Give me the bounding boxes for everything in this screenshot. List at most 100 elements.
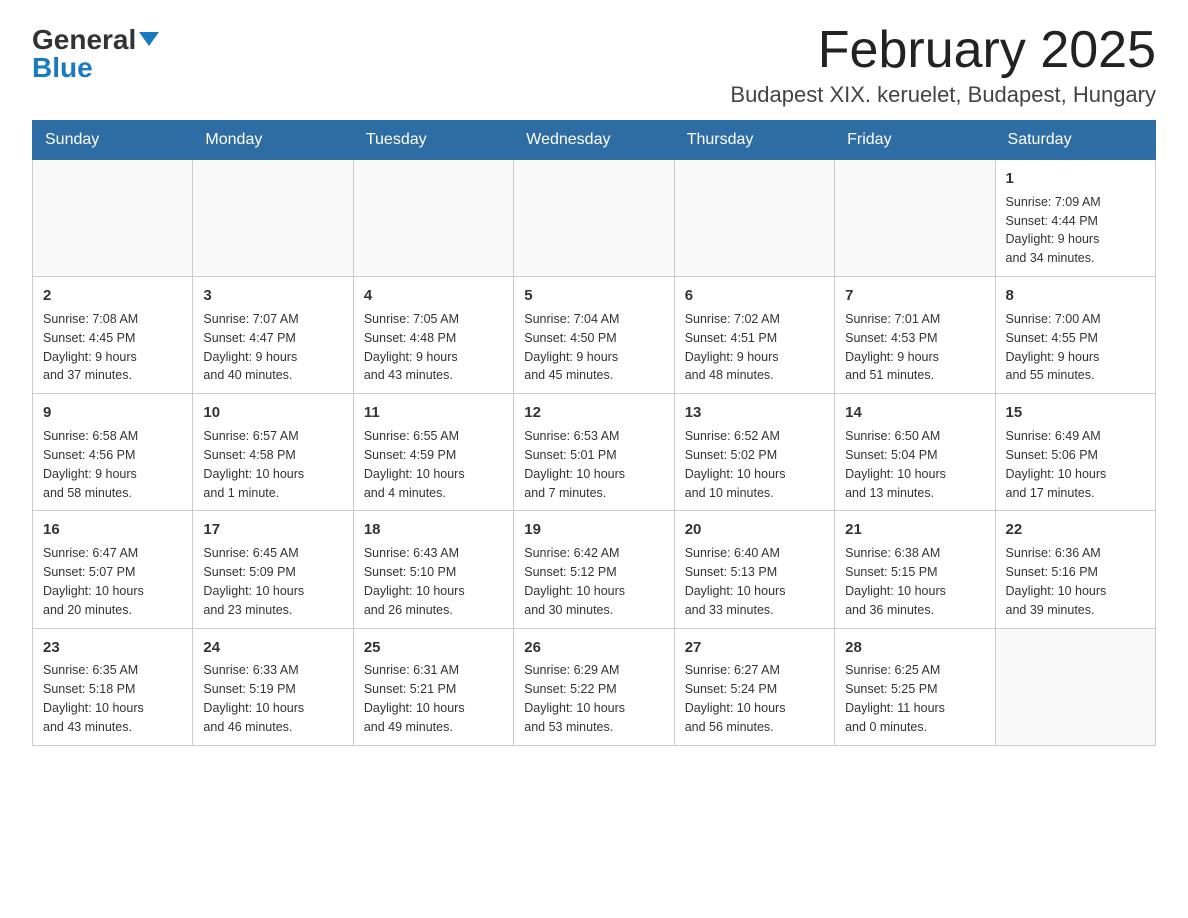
day-number: 10 (203, 402, 342, 424)
day-info: Sunrise: 6:27 AM Sunset: 5:24 PM Dayligh… (685, 663, 786, 734)
calendar-cell: 24 Sunrise: 6:33 AM Sunset: 5:19 PM Dayli… (193, 628, 353, 745)
day-number: 25 (364, 637, 503, 659)
day-info: Sunrise: 7:05 AM Sunset: 4:48 PM Dayligh… (364, 312, 459, 383)
day-info: Sunrise: 6:35 AM Sunset: 5:18 PM Dayligh… (43, 663, 144, 734)
calendar-cell: 6Sunrise: 7:02 AM Sunset: 4:51 PM Daylig… (674, 277, 834, 394)
calendar-cell (193, 160, 353, 277)
calendar-cell: 14 Sunrise: 6:50 AM Sunset: 5:04 PM Dayli… (835, 394, 995, 511)
day-info: Sunrise: 6:47 AM Sunset: 5:07 PM Dayligh… (43, 546, 144, 617)
day-number: 23 (43, 637, 182, 659)
calendar-row-4: 23 Sunrise: 6:35 AM Sunset: 5:18 PM Dayli… (33, 628, 1156, 745)
calendar-cell: 8 Sunrise: 7:00 AM Sunset: 4:55 PM Daylig… (995, 277, 1155, 394)
day-info: Sunrise: 6:52 AM Sunset: 5:02 PM Dayligh… (685, 429, 786, 500)
weekday-header-thursday: Thursday (674, 121, 834, 160)
weekday-header-monday: Monday (193, 121, 353, 160)
calendar-cell: 4 Sunrise: 7:05 AM Sunset: 4:48 PM Daylig… (353, 277, 513, 394)
day-number: 1 (1006, 168, 1145, 190)
day-info: Sunrise: 6:45 AM Sunset: 5:09 PM Dayligh… (203, 546, 304, 617)
weekday-header-wednesday: Wednesday (514, 121, 674, 160)
day-info: Sunrise: 6:25 AM Sunset: 5:25 PM Dayligh… (845, 663, 945, 734)
day-info: Sunrise: 6:33 AM Sunset: 5:19 PM Dayligh… (203, 663, 304, 734)
day-info: Sunrise: 7:01 AM Sunset: 4:53 PM Dayligh… (845, 312, 940, 383)
calendar-cell: 1 Sunrise: 7:09 AM Sunset: 4:44 PM Daylig… (995, 160, 1155, 277)
day-number: 17 (203, 519, 342, 541)
calendar-cell: 19 Sunrise: 6:42 AM Sunset: 5:12 PM Dayli… (514, 511, 674, 628)
calendar-cell: 15 Sunrise: 6:49 AM Sunset: 5:06 PM Dayli… (995, 394, 1155, 511)
day-info: Sunrise: 6:38 AM Sunset: 5:15 PM Dayligh… (845, 546, 946, 617)
day-info: Sunrise: 6:57 AM Sunset: 4:58 PM Dayligh… (203, 429, 304, 500)
calendar-header: SundayMondayTuesdayWednesdayThursdayFrid… (33, 121, 1156, 160)
calendar-cell: 20 Sunrise: 6:40 AM Sunset: 5:13 PM Dayli… (674, 511, 834, 628)
calendar-table: SundayMondayTuesdayWednesdayThursdayFrid… (32, 120, 1156, 746)
day-number: 9 (43, 402, 182, 424)
calendar-cell: 17 Sunrise: 6:45 AM Sunset: 5:09 PM Dayli… (193, 511, 353, 628)
day-number: 21 (845, 519, 984, 541)
calendar-cell: 3Sunrise: 7:07 AM Sunset: 4:47 PM Daylig… (193, 277, 353, 394)
day-info: Sunrise: 6:42 AM Sunset: 5:12 PM Dayligh… (524, 546, 625, 617)
day-info: Sunrise: 7:00 AM Sunset: 4:55 PM Dayligh… (1006, 312, 1101, 383)
day-info: Sunrise: 6:58 AM Sunset: 4:56 PM Dayligh… (43, 429, 138, 500)
calendar-cell: 12 Sunrise: 6:53 AM Sunset: 5:01 PM Dayli… (514, 394, 674, 511)
calendar-cell: 10 Sunrise: 6:57 AM Sunset: 4:58 PM Dayli… (193, 394, 353, 511)
calendar-cell (353, 160, 513, 277)
weekday-header-tuesday: Tuesday (353, 121, 513, 160)
day-number: 12 (524, 402, 663, 424)
day-info: Sunrise: 7:02 AM Sunset: 4:51 PM Dayligh… (685, 312, 780, 383)
day-number: 24 (203, 637, 342, 659)
day-info: Sunrise: 6:36 AM Sunset: 5:16 PM Dayligh… (1006, 546, 1107, 617)
calendar-cell: 9 Sunrise: 6:58 AM Sunset: 4:56 PM Daylig… (33, 394, 193, 511)
calendar-cell: 7 Sunrise: 7:01 AM Sunset: 4:53 PM Daylig… (835, 277, 995, 394)
calendar-row-0: 1 Sunrise: 7:09 AM Sunset: 4:44 PM Daylig… (33, 160, 1156, 277)
day-info: Sunrise: 7:08 AM Sunset: 4:45 PM Dayligh… (43, 312, 138, 383)
day-number: 19 (524, 519, 663, 541)
weekday-header-sunday: Sunday (33, 121, 193, 160)
calendar-row-1: 2 Sunrise: 7:08 AM Sunset: 4:45 PM Daylig… (33, 277, 1156, 394)
day-number: 11 (364, 402, 503, 424)
day-number: 4 (364, 285, 503, 307)
day-info: Sunrise: 7:09 AM Sunset: 4:44 PM Dayligh… (1006, 195, 1101, 266)
calendar-cell (835, 160, 995, 277)
logo-blue-text: Blue (32, 52, 159, 84)
day-number: 13 (685, 402, 824, 424)
weekday-header-row: SundayMondayTuesdayWednesdayThursdayFrid… (33, 121, 1156, 160)
calendar-row-2: 9 Sunrise: 6:58 AM Sunset: 4:56 PM Daylig… (33, 394, 1156, 511)
weekday-header-saturday: Saturday (995, 121, 1155, 160)
calendar-cell: 27Sunrise: 6:27 AM Sunset: 5:24 PM Dayli… (674, 628, 834, 745)
day-number: 16 (43, 519, 182, 541)
day-info: Sunrise: 7:07 AM Sunset: 4:47 PM Dayligh… (203, 312, 298, 383)
calendar-cell: 13 Sunrise: 6:52 AM Sunset: 5:02 PM Dayli… (674, 394, 834, 511)
day-info: Sunrise: 6:40 AM Sunset: 5:13 PM Dayligh… (685, 546, 786, 617)
title-section: February 2025 Budapest XIX. keruelet, Bu… (730, 24, 1156, 108)
calendar-cell: 11 Sunrise: 6:55 AM Sunset: 4:59 PM Dayli… (353, 394, 513, 511)
day-number: 14 (845, 402, 984, 424)
calendar-body: 1 Sunrise: 7:09 AM Sunset: 4:44 PM Daylig… (33, 160, 1156, 746)
calendar-cell: 25 Sunrise: 6:31 AM Sunset: 5:21 PM Dayli… (353, 628, 513, 745)
calendar-cell: 26Sunrise: 6:29 AM Sunset: 5:22 PM Dayli… (514, 628, 674, 745)
logo-triangle-icon (139, 32, 159, 46)
day-number: 8 (1006, 285, 1145, 307)
day-info: Sunrise: 6:53 AM Sunset: 5:01 PM Dayligh… (524, 429, 625, 500)
day-info: Sunrise: 6:50 AM Sunset: 5:04 PM Dayligh… (845, 429, 946, 500)
day-number: 26 (524, 637, 663, 659)
day-number: 22 (1006, 519, 1145, 541)
page-header: General Blue February 2025 Budapest XIX.… (32, 24, 1156, 108)
day-number: 28 (845, 637, 984, 659)
calendar-cell: 18 Sunrise: 6:43 AM Sunset: 5:10 PM Dayli… (353, 511, 513, 628)
day-info: Sunrise: 7:04 AM Sunset: 4:50 PM Dayligh… (524, 312, 619, 383)
day-number: 18 (364, 519, 503, 541)
day-number: 15 (1006, 402, 1145, 424)
day-info: Sunrise: 6:49 AM Sunset: 5:06 PM Dayligh… (1006, 429, 1107, 500)
day-info: Sunrise: 6:31 AM Sunset: 5:21 PM Dayligh… (364, 663, 465, 734)
day-info: Sunrise: 6:43 AM Sunset: 5:10 PM Dayligh… (364, 546, 465, 617)
calendar-cell: 2 Sunrise: 7:08 AM Sunset: 4:45 PM Daylig… (33, 277, 193, 394)
calendar-cell: 21 Sunrise: 6:38 AM Sunset: 5:15 PM Dayli… (835, 511, 995, 628)
location-subtitle: Budapest XIX. keruelet, Budapest, Hungar… (730, 82, 1156, 108)
day-number: 20 (685, 519, 824, 541)
day-number: 7 (845, 285, 984, 307)
calendar-cell (674, 160, 834, 277)
month-year-title: February 2025 (730, 24, 1156, 76)
weekday-header-friday: Friday (835, 121, 995, 160)
calendar-row-3: 16 Sunrise: 6:47 AM Sunset: 5:07 PM Dayli… (33, 511, 1156, 628)
day-info: Sunrise: 6:55 AM Sunset: 4:59 PM Dayligh… (364, 429, 465, 500)
day-number: 2 (43, 285, 182, 307)
